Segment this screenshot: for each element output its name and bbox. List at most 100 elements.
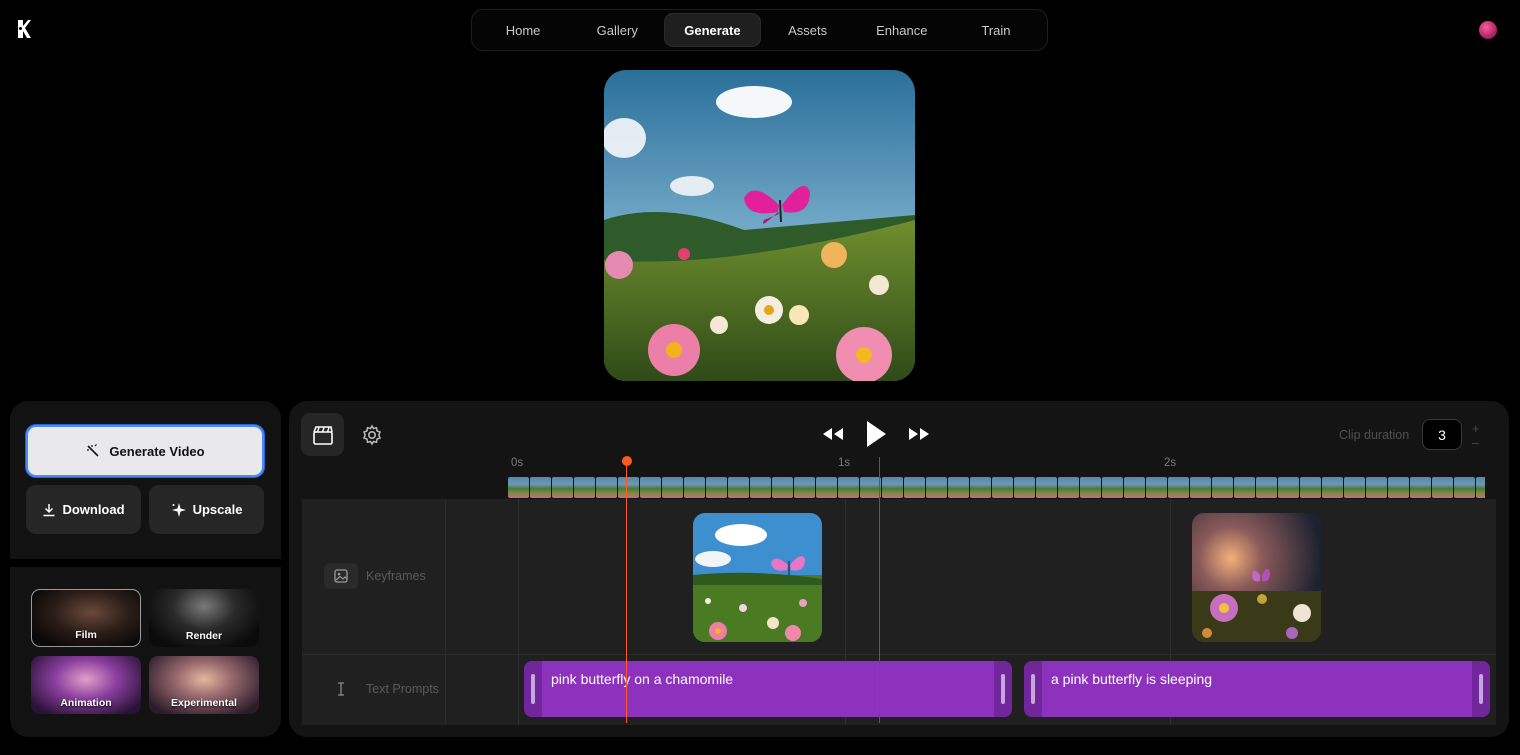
filmstrip-frame	[1410, 477, 1431, 498]
clip-end-handle[interactable]	[994, 661, 1012, 717]
user-avatar[interactable]	[1479, 21, 1497, 39]
clip-end-handle[interactable]	[1472, 661, 1490, 717]
download-button[interactable]: Download	[26, 485, 141, 534]
clip-duration-label: Clip duration	[1339, 428, 1410, 442]
timeline-panel: Clip duration 3 + – 0s 1s 2s Keyframes T…	[289, 401, 1509, 737]
generate-video-button[interactable]: Generate Video	[26, 425, 264, 477]
panel-divider	[10, 559, 281, 567]
filmstrip-frame	[1102, 477, 1123, 498]
filmstrip-frame	[992, 477, 1013, 498]
actions-section: Generate Video Download Upscale	[10, 401, 281, 559]
hover-cursor-line	[879, 457, 880, 723]
filmstrip-frame	[1190, 477, 1211, 498]
top-nav: Home Gallery Generate Assets Enhance Tra…	[471, 9, 1048, 51]
frame-filmstrip[interactable]	[508, 477, 1485, 498]
style-render[interactable]: Render	[149, 589, 259, 647]
settings-button[interactable]	[350, 413, 393, 456]
prompts-track-label: Text Prompts	[324, 676, 439, 702]
filmstrip-frame	[1388, 477, 1409, 498]
keyframes-track-label: Keyframes	[324, 563, 426, 589]
filmstrip-frame	[816, 477, 837, 498]
style-animation[interactable]: Animation	[31, 656, 141, 714]
keyframes-label: Keyframes	[366, 569, 426, 583]
filmstrip-frame	[618, 477, 639, 498]
text-prompts-label: Text Prompts	[366, 682, 439, 696]
filmstrip-frame	[772, 477, 793, 498]
filmstrip-frame	[552, 477, 573, 498]
filmstrip-frame	[596, 477, 617, 498]
filmstrip-frame	[926, 477, 947, 498]
keyframe-1[interactable]	[693, 513, 822, 642]
filmstrip-frame	[1168, 477, 1189, 498]
grid-line-0s	[518, 499, 519, 725]
clip-duration-input[interactable]: 3	[1422, 419, 1462, 450]
filmstrip-frame	[530, 477, 551, 498]
filmstrip-frame	[1256, 477, 1277, 498]
style-film[interactable]: Film	[31, 589, 141, 647]
filmstrip-frame	[728, 477, 749, 498]
rewind-icon	[823, 428, 843, 440]
filmstrip-frame	[640, 477, 661, 498]
filmstrip-frame	[684, 477, 705, 498]
sparkle-icon	[171, 502, 186, 517]
video-preview	[604, 70, 915, 381]
clip-tool-button[interactable]	[301, 413, 344, 456]
filmstrip-frame	[1432, 477, 1453, 498]
filmstrip-frame	[574, 477, 595, 498]
play-button[interactable]	[861, 417, 891, 451]
clip-start-handle[interactable]	[524, 661, 542, 717]
app-logo[interactable]	[16, 19, 32, 39]
style-experimental[interactable]: Experimental	[149, 656, 259, 714]
tab-generate[interactable]: Generate	[664, 13, 761, 47]
filmstrip-frame	[508, 477, 529, 498]
left-panel: Generate Video Download Upscale Film Ren…	[10, 401, 281, 737]
tab-enhance[interactable]: Enhance	[855, 13, 949, 47]
rewind-button[interactable]	[819, 419, 847, 449]
prompt-clip-2[interactable]: a pink butterfly is sleeping	[1024, 661, 1490, 717]
filmstrip-frame	[970, 477, 991, 498]
image-icon	[324, 563, 358, 589]
filmstrip-frame	[1300, 477, 1321, 498]
fast-forward-button[interactable]	[905, 419, 933, 449]
clip-start-handle[interactable]	[1024, 661, 1042, 717]
filmstrip-frame	[1234, 477, 1255, 498]
play-icon	[867, 421, 886, 447]
filmstrip-frame	[794, 477, 815, 498]
filmstrip-frame	[1278, 477, 1299, 498]
upscale-label: Upscale	[192, 502, 243, 517]
filmstrip-frame	[904, 477, 925, 498]
filmstrip-frame	[662, 477, 683, 498]
playhead[interactable]	[626, 461, 627, 723]
filmstrip-frame	[1080, 477, 1101, 498]
filmstrip-frame	[1476, 477, 1485, 498]
fast-forward-icon	[909, 428, 929, 440]
prompt-text-1[interactable]: pink butterfly on a chamomile	[551, 671, 733, 687]
clapperboard-icon	[312, 425, 333, 445]
tab-home[interactable]: Home	[476, 13, 570, 47]
filmstrip-frame	[1014, 477, 1035, 498]
filmstrip-frame	[1212, 477, 1233, 498]
track-area: Keyframes Text Prompts pink butterfly on…	[302, 499, 1496, 725]
clip-duration-increment[interactable]: +	[1472, 422, 1480, 435]
tab-assets[interactable]: Assets	[761, 13, 855, 47]
filmstrip-frame	[838, 477, 859, 498]
prompt-clip-1[interactable]: pink butterfly on a chamomile	[524, 661, 1012, 717]
upscale-button[interactable]: Upscale	[149, 485, 264, 534]
download-label: Download	[62, 502, 125, 517]
filmstrip-frame	[1344, 477, 1365, 498]
download-icon	[43, 503, 55, 516]
filmstrip-frame	[1146, 477, 1167, 498]
style-experimental-label: Experimental	[171, 697, 237, 709]
track-separator	[302, 654, 1496, 655]
filmstrip-frame	[750, 477, 771, 498]
playhead-handle[interactable]	[622, 456, 632, 466]
keyframe-2[interactable]	[1192, 513, 1321, 642]
style-render-label: Render	[185, 630, 223, 642]
tab-train[interactable]: Train	[949, 13, 1043, 47]
prompt-text-2[interactable]: a pink butterfly is sleeping	[1051, 671, 1212, 687]
filmstrip-frame	[1058, 477, 1079, 498]
tab-gallery[interactable]: Gallery	[570, 13, 664, 47]
ruler-label-1s: 1s	[838, 457, 851, 469]
filmstrip-frame	[1454, 477, 1475, 498]
clip-duration-decrement[interactable]: –	[1472, 436, 1479, 449]
